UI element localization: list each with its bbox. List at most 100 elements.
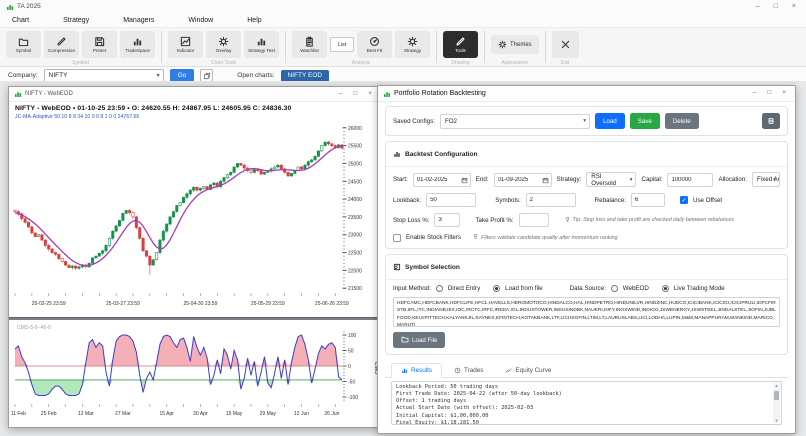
scroll-down-icon[interactable]: ▼ [775,418,779,423]
tab-results[interactable]: Results [391,363,442,378]
start-date-field[interactable] [413,173,471,187]
capital-input[interactable] [667,173,713,187]
menu-item-window[interactable]: Window [188,17,213,24]
delete-config-button[interactable]: Delete [665,113,699,129]
toolbar-group-label: Analysis [352,60,371,66]
results-tabs: ResultsTradesEquity Curve [385,360,788,378]
filters-tip: Filters validate candidate quality after… [472,233,618,242]
toolbar-separator [161,31,162,63]
toolbar-button-list[interactable]: List [330,37,354,52]
scrollbar[interactable]: ▲ ▼ [773,383,780,423]
database-icon[interactable] [762,113,780,129]
menu-item-managers[interactable]: Managers [123,17,154,24]
svg-text:23000: 23000 [348,233,362,239]
menu-item-chart[interactable]: Chart [12,17,29,24]
load-config-button[interactable]: Load [595,113,625,129]
start-date-input[interactable] [417,177,459,183]
webeod-radio[interactable] [611,285,618,292]
minimize-icon[interactable]: – [756,3,760,10]
bar-chart-icon [393,145,401,163]
maximize-icon[interactable]: □ [767,90,771,97]
svg-text:22500: 22500 [348,251,362,257]
allocation-select[interactable]: Fixed Amou [752,172,780,187]
price-chart-canvas[interactable]: 2600025500250002450024000235002300022500… [9,120,381,312]
scroll-up-icon[interactable]: ▲ [775,383,779,388]
toolbar-button-best-fit[interactable]: Best Fit [357,31,392,58]
toolbar-button-themes[interactable]: Themes [491,35,539,54]
saved-configs-card: Saved Configs: FO2 Load Save Delete [385,106,788,136]
svg-text:30 Apr: 30 Apr [193,411,208,417]
tab-equity-curve[interactable]: Equity Curve [495,363,561,378]
toolbar-button-tradespace[interactable]: TradeSpace [120,31,155,58]
use-offset-checkbox[interactable]: ✓ [680,196,688,204]
toolbar-button-tools[interactable]: Tools [443,31,478,58]
calendar-icon[interactable] [542,171,549,189]
toolbar-group-analysis: WatchlistListBest FitStrategy Analysis [292,31,430,66]
svg-text:29 May: 29 May [260,411,277,417]
cmo-indicator-canvas[interactable]: CMO-5-0--45-0100500-50-100CMO11 Feb25 Fe… [9,320,381,420]
strategy-select[interactable]: RSI Oversold [586,172,636,187]
stop-loss-label: Stop Loss %: [393,217,429,224]
dialog-logo-icon [383,85,391,103]
toolbar-button-preset[interactable]: Preset [82,31,117,58]
scroll-thumb[interactable] [774,391,779,400]
calendar-icon[interactable] [461,171,468,189]
toolbar-button-strategy[interactable]: Strategy [395,31,430,58]
rebalance-input[interactable] [631,193,665,207]
svg-text:25000: 25000 [348,161,362,167]
toolbar-button-strategy-test[interactable]: Strategy Test [244,31,279,58]
open-chart-chip[interactable]: NIFTY EOD [281,70,330,82]
svg-text:25-06-26 23:59: 25-06-26 23:59 [315,301,349,307]
close-icon[interactable]: × [368,91,372,98]
toolbar-group-label: Drawing [451,60,469,66]
toolbar-button-indicator[interactable]: Indicator [168,31,203,58]
toolbar-button-overlay[interactable]: Overlay [206,31,241,58]
menu-item-strategy[interactable]: Strategy [63,17,89,24]
end-date-input[interactable] [498,177,540,183]
svg-text:25-04-30 23:59: 25-04-30 23:59 [183,301,217,307]
toolbar-button-watchlist[interactable]: Watchlist [292,31,327,58]
symbol-selection-card: Symbol Selection Input Method: Direct En… [385,254,788,355]
toolbar-button-exit[interactable] [552,31,579,58]
data-source-label: Data Source: [570,285,606,292]
stop-loss-input[interactable] [434,213,460,227]
toolbar-separator [436,31,437,63]
minimize-icon[interactable]: – [753,90,757,97]
svg-text:22000: 22000 [348,268,362,274]
bulb-icon [564,216,571,225]
close-icon[interactable]: × [792,3,796,10]
tab-trades[interactable]: Trades [444,363,493,378]
toolbar-group-label: Chart Tools [211,60,236,66]
minimize-icon[interactable]: – [339,91,343,98]
saved-configs-select[interactable]: FO2 [440,114,590,129]
save-config-button[interactable]: Save [630,113,660,129]
lookback-input[interactable] [426,193,476,207]
menu-item-help[interactable]: Help [247,17,261,24]
end-date-field[interactable] [494,173,552,187]
results-text: Lookback Period: 50 trading days First T… [392,382,781,425]
close-icon[interactable]: × [782,90,786,97]
results-card: ResultsTradesEquity Curve Lookback Perio… [385,360,788,429]
input-method-label: Input Method: [393,285,431,292]
load-file-button[interactable]: Load File [393,332,445,348]
symbols-label: Symbols: [495,197,520,204]
desktop: NIFTY - WebEOD – □ × NIFTY - WebEOD • 01… [0,81,806,436]
maximize-icon[interactable]: □ [774,3,778,10]
take-profit-input[interactable] [519,213,549,227]
dialog-titlebar[interactable]: Portfolio Rotation Backtesting – □ × [378,86,795,102]
direct-entry-radio[interactable] [436,285,443,292]
live-trading-radio[interactable] [662,285,669,292]
toolbar-button-symbol[interactable]: Symbol [6,31,41,58]
live-trading-label: Live Trading Mode [674,285,725,292]
rebalance-label: Rebalance: [595,197,626,204]
svg-text:25 Feb: 25 Feb [41,411,57,417]
maximize-icon[interactable]: □ [353,91,357,98]
chart-window-logo-icon [14,85,22,103]
enable-stock-filters-checkbox[interactable] [393,234,401,242]
direct-entry-label: Direct Entry [448,285,480,292]
symbols-textarea[interactable]: HDFCAMC,HDFCBANK,HDFCLIFE,HFCL,HAVELLS,H… [393,297,780,327]
toolbar-button-compression[interactable]: Compression [44,31,79,58]
load-from-file-radio[interactable] [493,285,500,292]
chart-window-titlebar[interactable]: NIFTY - WebEOD – □ × [9,87,381,102]
symbols-input[interactable] [526,193,576,207]
